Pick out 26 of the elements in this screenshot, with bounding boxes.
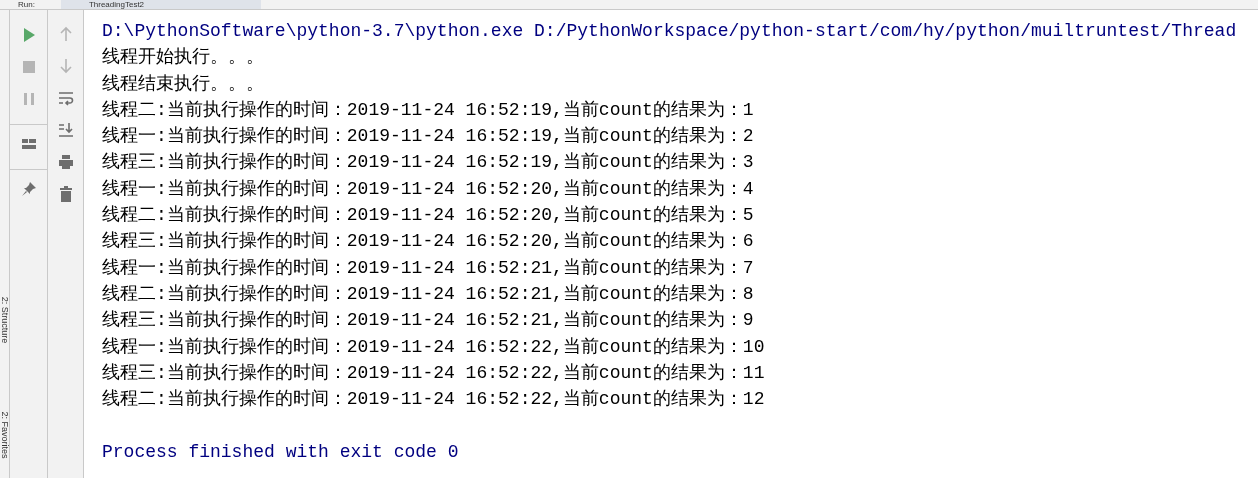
console-line: 线程结束执行。。。 — [102, 72, 264, 96]
console-line: 线程一:当前执行操作的时间：2019-11-24 16:52:21,当前count的结果为：7 — [102, 256, 754, 280]
console-line: 线程二:当前执行操作的时间：2019-11-24 16:52:20,当前count的结果为：5 — [102, 204, 754, 228]
soft-wrap-icon[interactable] — [57, 90, 74, 106]
console-line: 线程二:当前执行操作的时间：2019-11-24 16:52:19,当前count的结果为：1 — [102, 98, 754, 122]
trash-icon[interactable] — [57, 186, 74, 202]
console-line: 线程一:当前执行操作的时间：2019-11-24 16:52:22,当前count的结果为：10 — [102, 335, 765, 359]
run-label: Run: — [18, 1, 35, 9]
layout-icon[interactable] — [20, 136, 37, 152]
console-line: 线程一:当前执行操作的时间：2019-11-24 16:52:20,当前count的结果为：4 — [102, 177, 754, 201]
console-line: 线程三:当前执行操作的时间：2019-11-24 16:52:20,当前count的结果为：6 — [102, 230, 754, 254]
command-line: D:\PythonSoftware\python-3.7\python.exe D:/PythonWorkspace/python-start/com/hy/python/muiltruntest/Thread — [102, 20, 1237, 43]
pin-icon[interactable] — [20, 181, 37, 197]
console-line: 线程三:当前执行操作的时间：2019-11-24 16:52:19,当前count的结果为：3 — [102, 151, 754, 175]
console-line: 线程三:当前执行操作的时间：2019-11-24 16:52:22,当前count的结果为：11 — [102, 361, 765, 385]
side-tab[interactable]: 2: Structure — [0, 282, 10, 358]
console-line: 线程二:当前执行操作的时间：2019-11-24 16:52:21,当前count的结果为：8 — [102, 282, 754, 306]
side-tab[interactable]: 2: Favorites — [0, 397, 10, 473]
exit-message: Process finished with exit code 0 — [102, 440, 459, 464]
console-line: 线程一:当前执行操作的时间：2019-11-24 16:52:19,当前count的结果为：2 — [102, 125, 754, 149]
console-line: 线程开始执行。。。 — [102, 46, 264, 70]
print-icon[interactable] — [57, 154, 74, 170]
scroll-to-end-icon[interactable] — [57, 122, 74, 138]
console-line: 线程三:当前执行操作的时间：2019-11-24 16:52:21,当前count的结果为：9 — [102, 309, 754, 333]
console-line: 线程二:当前执行操作的时间：2019-11-24 16:52:22,当前count的结果为：12 — [102, 388, 765, 412]
editor-tab[interactable]: ThreadingTest2 — [60, 0, 261, 9]
